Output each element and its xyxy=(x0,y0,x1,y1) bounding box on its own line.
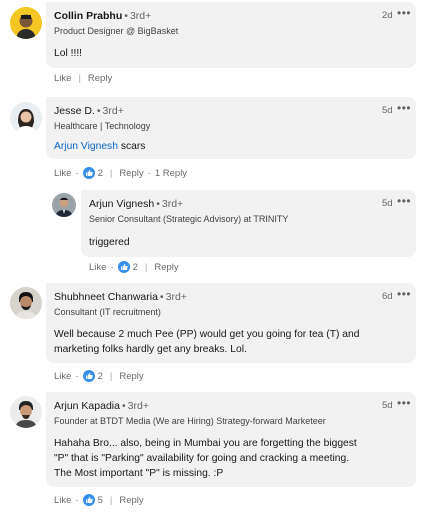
author-headline: Founder at BTDT Media (We are Hiring) St… xyxy=(54,416,326,426)
more-options-icon[interactable]: ••• xyxy=(397,287,411,301)
comment-text-line: Hahaha Bro... also, being in Mumbai you … xyxy=(54,438,357,449)
connection-degree: 3rd+ xyxy=(102,105,124,117)
like-reaction-icon[interactable] xyxy=(82,167,95,179)
connection-degree: 3rd+ xyxy=(165,291,187,303)
action-divider: | xyxy=(78,73,81,84)
avatar[interactable] xyxy=(10,102,42,134)
more-options-icon[interactable]: ••• xyxy=(397,6,411,20)
author-line: Arjun Kapadia • 3rd+ xyxy=(54,400,149,412)
comment-text-line: The Most important "P" is missing. :P xyxy=(54,468,224,479)
like-reaction-icon[interactable] xyxy=(82,370,95,382)
comment-item: Shubhneet Chanwaria • 3rd+ Consultant (IT … xyxy=(0,281,425,386)
author-name[interactable]: Arjun Kapadia xyxy=(54,400,120,412)
comment-actions: Like · 2 | Reply · 1 Reply xyxy=(54,167,187,179)
author-name[interactable]: Shubhneet Chanwaria xyxy=(54,291,158,303)
comment-text-line: Well because 2 much Pee (PP) would get y… xyxy=(54,329,360,340)
avatar[interactable] xyxy=(52,193,76,217)
comment-actions: Like | Reply xyxy=(54,73,112,84)
name-separator: • xyxy=(159,291,164,303)
comment-time: 5d xyxy=(382,105,393,116)
like-button[interactable]: Like xyxy=(54,168,71,179)
reply-button[interactable]: Reply xyxy=(119,168,143,179)
reply-button[interactable]: Reply xyxy=(154,262,178,273)
action-dot: · xyxy=(75,370,79,382)
action-dot: · xyxy=(110,261,114,273)
reply-button[interactable]: Reply xyxy=(88,73,112,84)
name-separator: • xyxy=(121,400,126,412)
comment-actions: Like · 5 | Reply xyxy=(54,494,144,506)
comment-text: triggered xyxy=(89,237,130,248)
reply-item: Arjun Vignesh • 3rd+ Senior Consultant (St… xyxy=(0,187,425,277)
comment-text-line: "P" that is "Parking" availability for g… xyxy=(54,453,350,464)
more-options-icon[interactable]: ••• xyxy=(397,396,411,410)
comment-text: Well because 2 much Pee (PP) would get y… xyxy=(54,327,359,357)
comment-time: 6d xyxy=(382,291,393,302)
comment-bubble: Collin Prabhu • 3rd+ Product Designer @ Bi… xyxy=(46,2,416,68)
author-line: Shubhneet Chanwaria • 3rd+ xyxy=(54,291,187,303)
name-separator: • xyxy=(124,10,128,22)
avatar[interactable] xyxy=(10,287,42,319)
reaction-count[interactable]: 2 xyxy=(133,262,138,273)
action-divider: | xyxy=(109,494,113,506)
author-line: Arjun Vignesh • 3rd+ xyxy=(89,198,183,210)
comment-time: 5d xyxy=(382,198,393,209)
author-headline: Consultant (IT recruitment) xyxy=(54,307,161,317)
comment-bubble: Shubhneet Chanwaria • 3rd+ Consultant (IT … xyxy=(46,283,416,363)
like-reaction-icon[interactable] xyxy=(82,494,95,506)
comment-actions: Like · 2 | Reply xyxy=(54,370,144,382)
like-reaction-icon[interactable] xyxy=(117,261,130,273)
action-divider: | xyxy=(109,167,113,179)
avatar[interactable] xyxy=(10,396,42,428)
mention-link[interactable]: Arjun Vignesh xyxy=(54,141,118,152)
author-name[interactable]: Jesse D. xyxy=(54,105,95,117)
comment-item: Jesse D. • 3rd+ Healthcare | Technology Ar… xyxy=(0,95,425,185)
reaction-count[interactable]: 2 xyxy=(98,371,103,382)
reaction-count[interactable]: 2 xyxy=(98,168,103,179)
comment-bubble: Jesse D. • 3rd+ Healthcare | Technology Ar… xyxy=(46,97,416,159)
connection-degree: 3rd+ xyxy=(127,400,149,412)
action-dot: · xyxy=(147,167,151,179)
comment-text-line: marketing folks hardly get any breaks. L… xyxy=(54,344,247,355)
comment-time: 5d xyxy=(382,400,393,411)
reply-actions: Like · 2 | Reply xyxy=(89,261,179,273)
more-options-icon[interactable]: ••• xyxy=(397,194,411,208)
author-line: Jesse D. • 3rd+ xyxy=(54,105,124,117)
comment-time: 2d xyxy=(382,10,393,21)
author-headline: Healthcare | Technology xyxy=(54,121,151,131)
comment-item: Collin Prabhu • 3rd+ Product Designer @ Bi… xyxy=(0,0,425,95)
comment-bubble: Arjun Kapadia • 3rd+ Founder at BTDT Media… xyxy=(46,392,416,487)
reply-button[interactable]: Reply xyxy=(119,495,143,506)
author-name[interactable]: Arjun Vignesh xyxy=(89,198,154,210)
comment-text-rest: scars xyxy=(120,141,146,152)
name-separator: • xyxy=(96,105,101,117)
more-options-icon[interactable]: ••• xyxy=(397,101,411,115)
like-button[interactable]: Like xyxy=(54,73,71,84)
connection-degree: 3rd+ xyxy=(161,198,184,210)
author-headline: Product Designer @ BigBasket xyxy=(54,26,179,36)
comment-text: Lol !!!! xyxy=(54,48,83,59)
like-button[interactable]: Like xyxy=(54,371,71,382)
author-line: Collin Prabhu • 3rd+ xyxy=(54,10,151,22)
reply-bubble: Arjun Vignesh • 3rd+ Senior Consultant (St… xyxy=(81,190,416,257)
avatar[interactable] xyxy=(10,7,42,39)
action-divider: | xyxy=(144,261,148,273)
reaction-count[interactable]: 5 xyxy=(98,495,103,506)
action-dot: · xyxy=(75,494,79,506)
like-button[interactable]: Like xyxy=(89,262,106,273)
connection-degree: 3rd+ xyxy=(129,10,152,22)
like-button[interactable]: Like xyxy=(54,495,71,506)
replies-count-link[interactable]: 1 Reply xyxy=(155,168,187,179)
action-divider: | xyxy=(109,370,113,382)
comment-text: Arjun Vignesh scars xyxy=(54,139,145,154)
action-dot: · xyxy=(75,167,79,179)
comment-text: Hahaha Bro... also, being in Mumbai you … xyxy=(54,436,357,481)
author-name[interactable]: Collin Prabhu xyxy=(54,10,122,22)
name-separator: • xyxy=(156,198,160,210)
reply-button[interactable]: Reply xyxy=(119,371,143,382)
author-headline: Senior Consultant (Strategic Advisory) a… xyxy=(89,214,289,224)
comment-item: Arjun Kapadia • 3rd+ Founder at BTDT Media… xyxy=(0,390,425,513)
